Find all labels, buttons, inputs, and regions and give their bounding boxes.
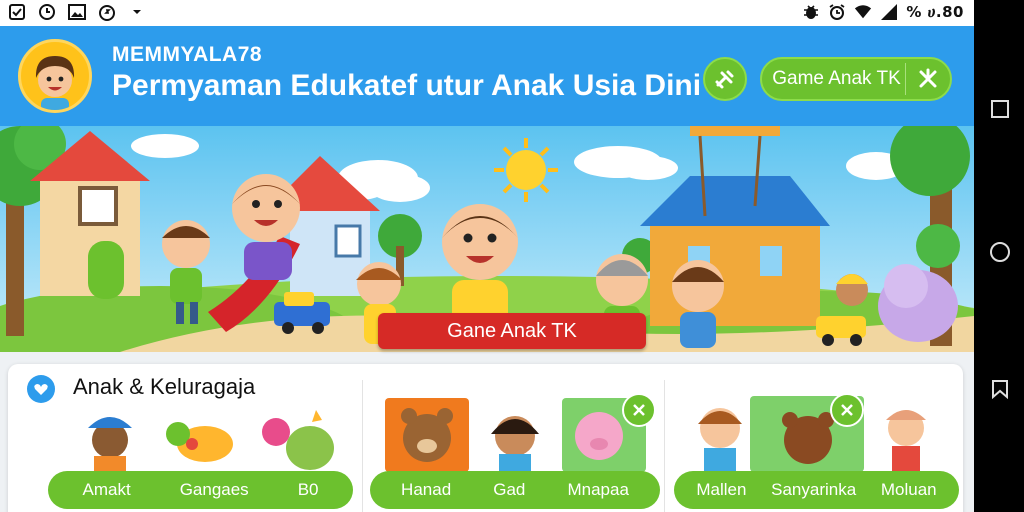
teddy-bear-icon bbox=[782, 412, 834, 464]
group2-illustrations bbox=[401, 408, 623, 472]
app-header: MEMMYALA78 Permyaman Edukatef utur Anak … bbox=[0, 26, 974, 126]
girl-hat-icon bbox=[88, 417, 132, 472]
group3-labels[interactable]: Mallen Sanyarinka Moluan bbox=[674, 471, 959, 509]
tools-button[interactable] bbox=[703, 57, 747, 101]
game-button-label: Game Anak TK bbox=[772, 68, 901, 89]
dropdown-icon bbox=[128, 3, 146, 21]
square-icon bbox=[991, 100, 1009, 118]
app-screen: % ሀ.80 MEMMYALA78 Permyaman Edukatef utu… bbox=[0, 0, 974, 512]
girl-icon bbox=[886, 410, 926, 472]
close-icon[interactable] bbox=[622, 393, 656, 427]
item-label[interactable]: Hanad bbox=[401, 480, 451, 500]
status-bar: % ሀ.80 bbox=[0, 0, 974, 26]
stopwatch-icon bbox=[98, 3, 116, 21]
group1-labels[interactable]: Amakt Gangaes B0 bbox=[48, 471, 353, 509]
close-icon[interactable] bbox=[830, 393, 864, 427]
alarm-icon bbox=[828, 3, 846, 21]
username: MEMMYALA78 bbox=[112, 43, 263, 66]
item-label[interactable]: Mnapaa bbox=[567, 480, 628, 500]
item-label[interactable]: B0 bbox=[298, 480, 319, 500]
girl-icon bbox=[491, 416, 539, 472]
group1-illustrations bbox=[88, 410, 334, 472]
pig-icon bbox=[575, 412, 623, 460]
section-divider bbox=[664, 380, 665, 512]
wifi-icon bbox=[854, 3, 872, 21]
item-label[interactable]: Amakt bbox=[83, 480, 131, 500]
bear-icon bbox=[401, 408, 453, 462]
page-title: Permyaman Edukatef utur Anak Usia Dini bbox=[112, 69, 702, 102]
item-label[interactable]: Gad bbox=[493, 480, 525, 500]
category-title: Anak & Keluragaja bbox=[73, 374, 256, 399]
home-button[interactable] bbox=[989, 241, 1011, 263]
group3-illustrations bbox=[698, 408, 926, 472]
boy-icon bbox=[698, 408, 742, 472]
tools-icon bbox=[715, 70, 734, 89]
image-icon bbox=[68, 3, 86, 21]
back-icon bbox=[992, 380, 1008, 399]
heart-chat-icon bbox=[27, 375, 55, 403]
recents-button[interactable] bbox=[989, 98, 1011, 120]
banner-cta-button[interactable]: Gane Anak TK bbox=[378, 313, 646, 349]
item-label[interactable]: Sanyarinka bbox=[771, 480, 856, 500]
game-anak-tk-button[interactable]: Game Anak TK bbox=[760, 57, 952, 101]
group2-labels[interactable]: Hanad Gad Mnapaa bbox=[370, 471, 660, 509]
bug-icon bbox=[802, 3, 820, 21]
item-label[interactable]: Mallen bbox=[696, 480, 746, 500]
avatar[interactable] bbox=[18, 39, 92, 113]
tools-icon[interactable] bbox=[906, 68, 950, 90]
back-button[interactable] bbox=[989, 378, 1011, 400]
signal-icon bbox=[880, 3, 898, 21]
item-label[interactable]: Gangaes bbox=[180, 480, 249, 500]
dinosaur-icon bbox=[262, 410, 334, 470]
item-label[interactable]: Moluan bbox=[881, 480, 937, 500]
navigation-bar bbox=[974, 0, 1024, 512]
status-time: % ሀ.80 bbox=[906, 3, 964, 21]
circle-icon bbox=[990, 242, 1010, 262]
section-divider bbox=[362, 380, 363, 512]
turtle-icon bbox=[166, 422, 233, 462]
clock-icon bbox=[38, 3, 56, 21]
checkbox-icon bbox=[8, 3, 26, 21]
